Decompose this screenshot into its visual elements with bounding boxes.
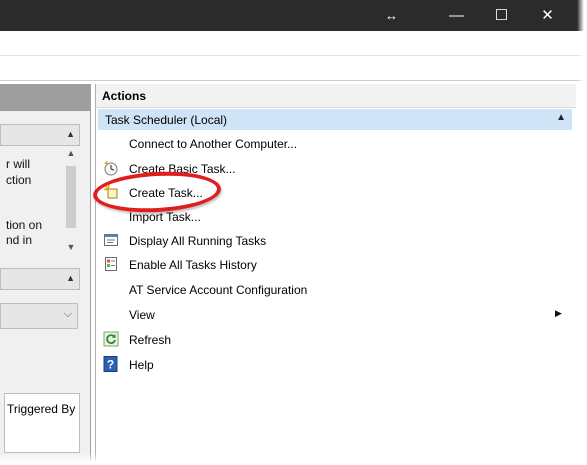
scroll-thumb[interactable]: [66, 166, 76, 228]
scrollbar[interactable]: ▲ ▼: [64, 148, 78, 258]
actions-pane: Actions Task Scheduler (Local) ▲ Connect…: [95, 84, 576, 465]
scroll-down-icon[interactable]: ▼: [64, 242, 78, 252]
action-label: Help: [129, 358, 154, 372]
group-task-scheduler-local[interactable]: Task Scheduler (Local) ▲: [98, 109, 572, 130]
svg-text:?: ?: [107, 358, 114, 372]
refresh-icon: [103, 331, 119, 347]
action-label: Display All Running Tasks: [129, 234, 267, 248]
group-label: Task Scheduler (Local): [105, 113, 228, 127]
collapse-icon[interactable]: ▲: [66, 273, 75, 283]
torn-edge: [0, 453, 587, 465]
chevron-down-icon: ⌵: [63, 308, 72, 320]
toolbar: [0, 56, 587, 81]
section-header[interactable]: ▲: [0, 124, 80, 146]
submenu-arrow-icon: ▶: [555, 308, 562, 318]
column-header-triggered-by[interactable]: Triggered By: [7, 402, 75, 416]
action-label: Connect to Another Computer...: [129, 137, 298, 151]
action-label: View: [129, 308, 155, 322]
minimize-button[interactable]: —: [434, 0, 479, 31]
action-label: Enable All Tasks History: [129, 258, 257, 272]
torn-edge: [577, 0, 587, 465]
basic-task-icon: [103, 160, 119, 176]
action-at-service-account-configuration[interactable]: AT Service Account Configuration: [96, 279, 566, 301]
action-display-all-running-tasks[interactable]: Display All Running Tasks: [96, 230, 566, 252]
description-text-line: r will: [6, 157, 30, 171]
help-icon: ?: [103, 356, 119, 372]
action-view[interactable]: View ▶: [96, 304, 566, 326]
pane-header: [0, 84, 90, 111]
running-tasks-icon: [103, 232, 119, 248]
collapse-icon[interactable]: ▲: [66, 129, 75, 139]
title-bar: ↔ — ☐ ✕: [0, 0, 587, 31]
action-refresh[interactable]: Refresh: [96, 329, 566, 351]
description-text-line: ction: [6, 173, 32, 187]
actions-title: Actions: [102, 89, 147, 103]
action-enable-all-tasks-history[interactable]: Enable All Tasks History: [96, 254, 566, 276]
action-label: AT Service Account Configuration: [129, 283, 308, 297]
action-connect-to-another-computer[interactable]: Connect to Another Computer...: [96, 133, 566, 155]
section-header[interactable]: ▲: [0, 268, 80, 290]
collapse-icon[interactable]: ▲: [556, 112, 566, 123]
task-details-pane: ▲ r will ction tion on nd in ▲ ▼ ▲ ⌵ Tri…: [0, 84, 91, 465]
actions-pane-header: Actions: [96, 84, 576, 108]
scroll-up-icon[interactable]: ▲: [64, 148, 78, 158]
resize-icon: ↔: [385, 8, 398, 23]
filter-dropdown[interactable]: ⌵: [0, 303, 78, 329]
description-text-line: tion on: [6, 218, 43, 232]
menu-bar: [0, 31, 587, 56]
maximize-button[interactable]: ☐: [479, 0, 524, 31]
tasks-history-icon: [103, 256, 119, 272]
history-table: Triggered By: [4, 393, 80, 453]
action-help[interactable]: ? Help: [96, 354, 566, 376]
action-label: Refresh: [129, 333, 172, 347]
description-text-line: nd in: [6, 233, 33, 247]
close-button[interactable]: ✕: [525, 0, 570, 31]
